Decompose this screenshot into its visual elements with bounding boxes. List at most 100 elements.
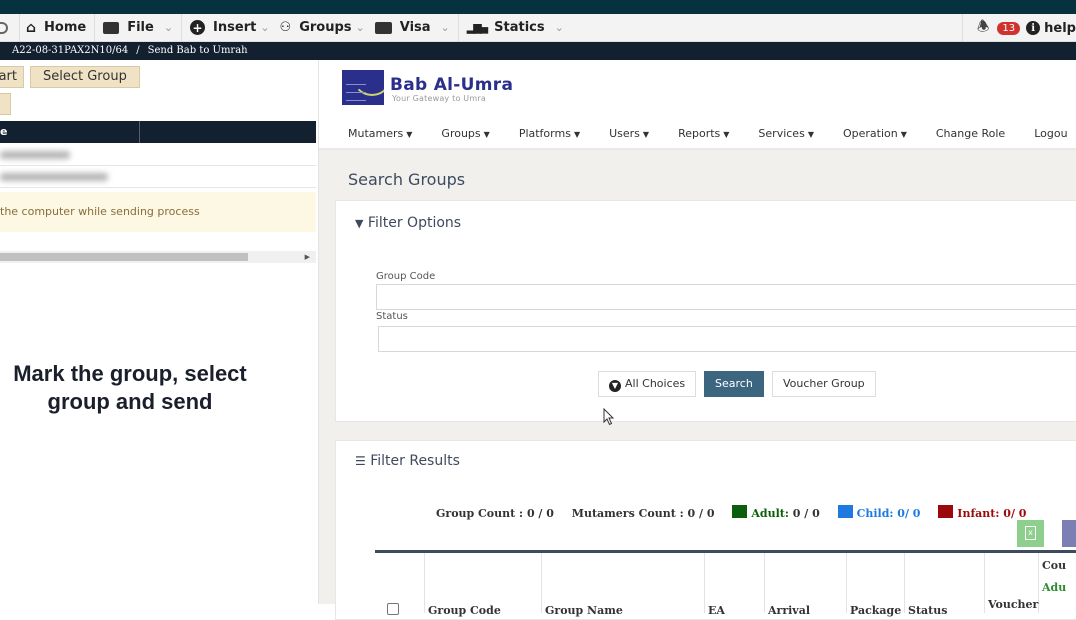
- search-button[interactable]: Search: [704, 371, 764, 397]
- scroll-right-icon[interactable]: ▶: [305, 251, 310, 263]
- mutamers-count-label: Mutamers Count :: [571, 507, 684, 520]
- column-header[interactable]: Package: [847, 553, 905, 617]
- nav-label: Users: [609, 126, 640, 140]
- horizontal-scrollbar[interactable]: ▶: [0, 251, 316, 263]
- caret-down-icon: ▼: [723, 129, 730, 139]
- logo-line: [346, 92, 366, 93]
- left-table-header: e: [0, 121, 316, 143]
- group-code-label: Group Code: [376, 271, 436, 282]
- brand-name: Bab Al-Umra: [390, 75, 514, 95]
- column-select-all: [375, 553, 425, 615]
- page-title: Search Groups: [348, 170, 466, 189]
- extra-button[interactable]: [0, 93, 11, 115]
- adult-swatch: [732, 505, 748, 518]
- nav-label: Groups: [441, 126, 481, 140]
- column-header[interactable]: Voucher: [985, 553, 1039, 613]
- chevron-down-icon: ⌄: [163, 21, 174, 34]
- brand-header: Bab Al-Umra Your Gateway to Umra: [319, 60, 1076, 118]
- menubar-partial-item[interactable]: [0, 13, 20, 42]
- plus-circle-icon: +: [190, 20, 206, 35]
- nav-operation[interactable]: Operation ▼: [843, 127, 907, 140]
- help-link[interactable]: help: [1044, 21, 1076, 36]
- column-header[interactable]: Status: [905, 553, 985, 617]
- menu-visa[interactable]: Visa ⌄: [373, 13, 459, 42]
- caret-down-icon: ▼: [483, 129, 490, 139]
- excel-icon: x: [1025, 526, 1036, 540]
- users-icon: ⚇: [279, 20, 292, 35]
- start-button[interactable]: art: [0, 66, 24, 88]
- nav-platforms[interactable]: Platforms ▼: [519, 127, 580, 140]
- list-item[interactable]: [0, 166, 316, 188]
- infant-swatch: [938, 505, 954, 518]
- menu-statics[interactable]: ▂▆▄ Statics ⌄: [459, 14, 572, 42]
- column-header-count[interactable]: Cou Adu: [1039, 553, 1076, 613]
- menu-file[interactable]: File ⌄: [95, 13, 183, 42]
- menu-insert-label: Insert: [213, 20, 257, 35]
- status-select[interactable]: [378, 326, 1076, 352]
- column-header[interactable]: Group Name: [542, 553, 705, 617]
- column-label: Group Name: [545, 604, 623, 617]
- logo-line: [346, 84, 366, 85]
- adult-value: 0 / 0: [792, 507, 820, 520]
- nav-users[interactable]: Users ▼: [609, 127, 649, 140]
- menu-insert[interactable]: + Insert ⌄: [182, 14, 278, 42]
- chevron-down-icon: ⌄: [440, 21, 450, 34]
- menu-groups[interactable]: ⚇ Groups ⌄: [278, 14, 373, 42]
- all-choices-button[interactable]: ▼ All Choices: [598, 371, 697, 397]
- column-label: EA: [708, 604, 725, 617]
- menu-file-label: File: [127, 20, 154, 35]
- column-header[interactable]: EA: [705, 553, 765, 617]
- main-panel: Bab Al-Umra Your Gateway to Umra Mutamer…: [318, 60, 1076, 620]
- mouse-cursor-icon: [603, 408, 615, 426]
- nav-logout[interactable]: Logou: [1034, 127, 1067, 140]
- filter-results-label: Filter Results: [370, 453, 460, 469]
- nav-label: Services: [758, 126, 805, 140]
- nav-mutamers[interactable]: Mutamers ▼: [348, 127, 412, 140]
- filter-icon: ▼: [355, 217, 364, 230]
- select-group-button[interactable]: Select Group: [30, 66, 140, 88]
- brand-logo[interactable]: [342, 70, 384, 105]
- adult-label: Adult:: [751, 507, 789, 520]
- bell-icon[interactable]: 🕭: [977, 16, 990, 40]
- column-header[interactable]: Group Code: [425, 553, 542, 617]
- export-excel-button[interactable]: x: [1017, 520, 1044, 547]
- partial-icon: [0, 21, 8, 34]
- nav-label: Change Role: [935, 126, 1006, 140]
- filter-options-card: ▼ Filter Options Group Code Status ▼ All …: [335, 200, 1076, 422]
- voucher-group-button[interactable]: Voucher Group: [772, 371, 876, 397]
- menubar-right: 🕭 13 i help: [961, 14, 1076, 42]
- breadcrumb-item[interactable]: A22-08-31PAX2N10/64: [12, 45, 128, 56]
- filter-options-title: ▼ Filter Options: [355, 215, 461, 231]
- menu-home[interactable]: ⌂ Home: [20, 13, 96, 42]
- export-other-button[interactable]: [1062, 520, 1076, 547]
- column-header[interactable]: Arrival: [765, 553, 847, 617]
- scrollbar-thumb[interactable]: [0, 253, 248, 261]
- caret-down-icon: ▼: [900, 129, 907, 139]
- notification-badge[interactable]: 13: [997, 21, 1021, 35]
- briefcase-icon: [374, 21, 392, 34]
- results-counts: Group Count : 0 / 0 Mutamers Count : 0 /…: [436, 505, 1026, 520]
- filter-results-title: ☰ Filter Results: [355, 453, 460, 469]
- chevron-down-icon: ⌄: [355, 21, 365, 34]
- nav-services[interactable]: Services ▼: [758, 127, 814, 140]
- arrow-down-circle-icon: ▼: [609, 380, 621, 392]
- column-label: Status: [908, 604, 948, 617]
- bar-chart-icon: ▂▆▄: [466, 21, 488, 34]
- select-all-checkbox[interactable]: [387, 603, 399, 615]
- list-icon: ☰: [355, 454, 366, 468]
- nav-groups[interactable]: Groups ▼: [441, 127, 489, 140]
- column-label: Cou: [1042, 559, 1067, 572]
- info-icon: i: [1026, 21, 1041, 35]
- child-label: Child:: [856, 507, 894, 520]
- menu-groups-label: Groups: [299, 20, 352, 35]
- nav-change-role[interactable]: Change Role: [936, 127, 1005, 140]
- logo-line: [346, 100, 366, 101]
- group-count-label: Group Count :: [436, 507, 524, 520]
- list-item[interactable]: [0, 144, 316, 166]
- column-sublabel: Adu: [1042, 581, 1067, 594]
- brand-tagline: Your Gateway to Umra: [392, 94, 486, 103]
- chevron-down-icon: ⌄: [260, 21, 270, 34]
- caret-down-icon: ▼: [573, 129, 581, 139]
- nav-reports[interactable]: Reports ▼: [678, 127, 729, 140]
- group-code-input[interactable]: [376, 284, 1076, 310]
